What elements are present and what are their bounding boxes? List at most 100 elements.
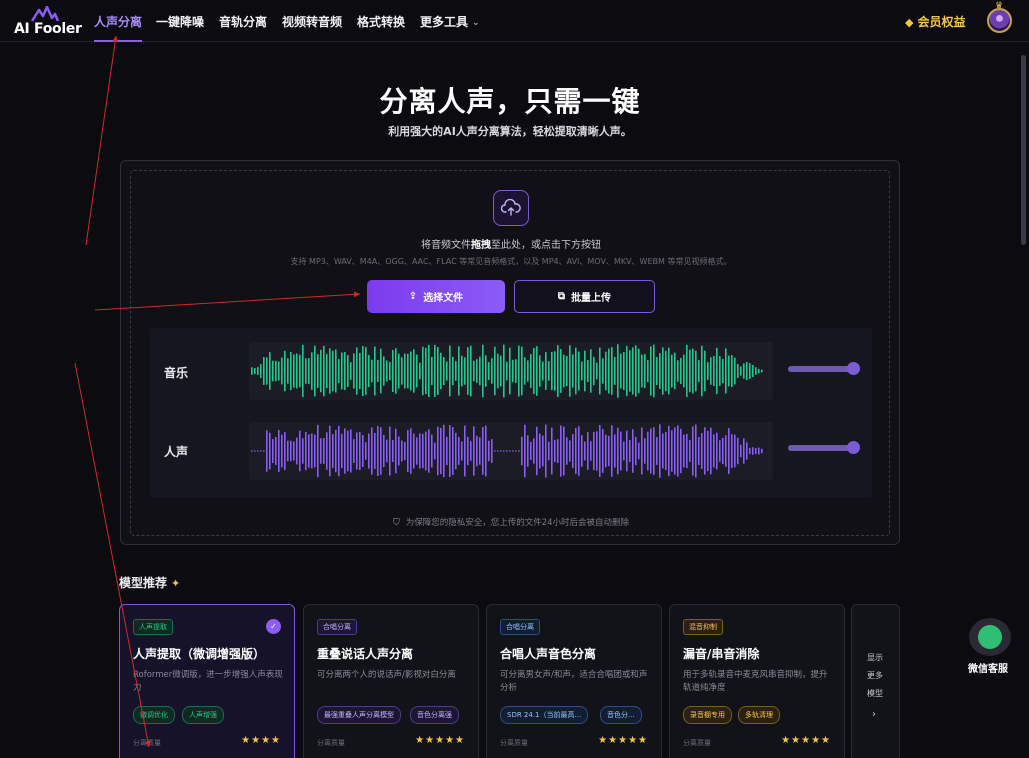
nav-video-to-audio[interactable]: 视频转音频 (282, 13, 342, 30)
waveform-bar (281, 434, 283, 468)
nav-vocal-separation[interactable]: 人声分离 (94, 13, 143, 42)
waveform-bar (263, 357, 265, 385)
waveform-bar (704, 350, 706, 392)
model-chip: 微调优化 (133, 706, 175, 724)
waveform-bar (569, 440, 571, 462)
waveform-bar (290, 440, 292, 462)
model-description: 可分离男女声/和声，适合合唱团或和声分析 (500, 670, 648, 693)
waveform-bar (335, 349, 337, 393)
waveform-bar (344, 351, 346, 391)
model-card[interactable]: 合唱分离 重叠说话人声分离 可分离两个人的说话声/影视对白分离 最强重叠人声分离… (303, 604, 479, 758)
waveform-bar (365, 442, 367, 460)
waveform-bar (587, 432, 589, 470)
waveform-bar (314, 434, 316, 468)
waveform-bar (371, 359, 373, 383)
waveform-bar (434, 442, 436, 460)
waveform-bar (668, 425, 670, 477)
logo-text: AI Fooler (14, 21, 82, 37)
logo[interactable]: AI Fooler (14, 6, 82, 37)
waveform-bar (602, 358, 604, 384)
waveform-bar (653, 427, 655, 475)
quality-label: 分离质量 (317, 739, 345, 747)
waveform-bar (368, 433, 370, 469)
waveform-bar (437, 347, 439, 395)
waveform-bar (629, 350, 631, 392)
waveform-bar (605, 434, 607, 468)
waveform-bar (692, 348, 694, 394)
avatar[interactable] (987, 1, 1012, 33)
wechat-support-label[interactable]: 微信客服 (968, 660, 1008, 675)
waveform-bar (317, 424, 319, 478)
waveform-bar (731, 355, 733, 387)
wechat-support-icon[interactable] (969, 618, 1011, 656)
waveform-bar (278, 430, 280, 472)
waveform-bar (473, 360, 475, 382)
model-card[interactable]: 人声提取 ✓ 人声提取（微调增强版） Roformer微调版，进一步增强人声表现… (119, 604, 295, 758)
waveform-bar (341, 352, 343, 390)
waveform-bar (614, 434, 616, 468)
waveform-bar (251, 367, 253, 375)
waveform-bar (632, 429, 634, 473)
waveform-bar (740, 444, 742, 458)
waveform-bar (602, 429, 604, 473)
music-volume-thumb[interactable] (847, 362, 860, 375)
waveform-bar (311, 352, 313, 390)
waveform-bar (545, 352, 547, 390)
waveform-bar (296, 437, 298, 465)
waveform-bar (257, 450, 259, 452)
select-file-label: 选择文件 (423, 293, 464, 304)
waveform-bar (299, 354, 301, 388)
waveform-bar (524, 424, 526, 478)
waveform-bar (737, 364, 739, 378)
waveform-bar (758, 447, 760, 455)
waveform-bar (503, 450, 505, 452)
batch-upload-button[interactable]: ⧉ 批量上传 (514, 280, 655, 313)
nav-more-tools-label: 更多工具 (420, 15, 469, 29)
waveform-bar (530, 442, 532, 460)
waveform-bar (368, 354, 370, 388)
waveform-bar (335, 429, 337, 473)
scrollbar[interactable] (1021, 55, 1026, 245)
vip-benefits-link[interactable]: ◆ 会员权益 (905, 13, 965, 30)
waveform-bar (350, 362, 352, 380)
waveform-bar (611, 425, 613, 477)
quality-stars: ★★★★★ (598, 735, 648, 746)
nav-denoise[interactable]: 一键降噪 (156, 13, 204, 30)
waveform-bar (416, 354, 418, 388)
waveform-bar (722, 358, 724, 384)
waveform-bar (260, 364, 262, 378)
drop-zone[interactable]: 将音频文件拖拽至此处，或点击下方按钮 支持 MP3、WAV、M4A、OGG、AA… (130, 170, 890, 536)
waveform-bar (302, 438, 304, 464)
waveform-bar (311, 433, 313, 469)
waveform-bar (338, 359, 340, 383)
track-label-music: 音乐 (164, 366, 189, 380)
waveform-bar (299, 430, 301, 472)
waveform-bar (698, 436, 700, 466)
nav-more-tools[interactable]: 更多工具 ⌄ (420, 13, 480, 30)
model-card[interactable]: 混音抑制 漏音/串音消除 用于多轨录音中麦克风串音抑制，提升轨道纯净度 录音棚专… (669, 604, 845, 758)
model-chip: SDR 24.1（当前最高... (500, 706, 589, 724)
waveform-bar (644, 438, 646, 464)
waveform-bar (371, 427, 373, 475)
waveform-bar (485, 355, 487, 387)
model-card[interactable]: 合唱分离 合唱人声音色分离 可分离男女声/和声，适合合唱团或和声分析 SDR 2… (486, 604, 662, 758)
show-more-models-button[interactable]: 显示更多模型 › (851, 604, 900, 758)
model-description: 用于多轨录音中麦克风串音抑制，提升轨道纯净度 (683, 670, 828, 693)
waveform-bar (548, 441, 550, 461)
nav-track-separation[interactable]: 音轨分离 (219, 13, 267, 30)
model-chip: 音色分离强 (410, 706, 459, 724)
waveform-bar (539, 433, 541, 469)
waveform-bar (761, 369, 763, 373)
select-file-button[interactable]: ⇪ 选择文件 (367, 280, 505, 313)
waveform-bar (284, 350, 286, 392)
waveform-bar (680, 428, 682, 474)
quality-label: 分离质量 (133, 739, 161, 747)
vocal-volume-thumb[interactable] (847, 441, 860, 454)
drop-hint-prefix: 将音频文件 (421, 240, 471, 251)
waveform-bar (647, 359, 649, 383)
waveform-bar (437, 426, 439, 476)
waveform-bar (650, 428, 652, 474)
nav-format-convert[interactable]: 格式转换 (357, 13, 405, 30)
waveform-bar (665, 431, 667, 471)
quality-label: 分离质量 (683, 739, 711, 747)
